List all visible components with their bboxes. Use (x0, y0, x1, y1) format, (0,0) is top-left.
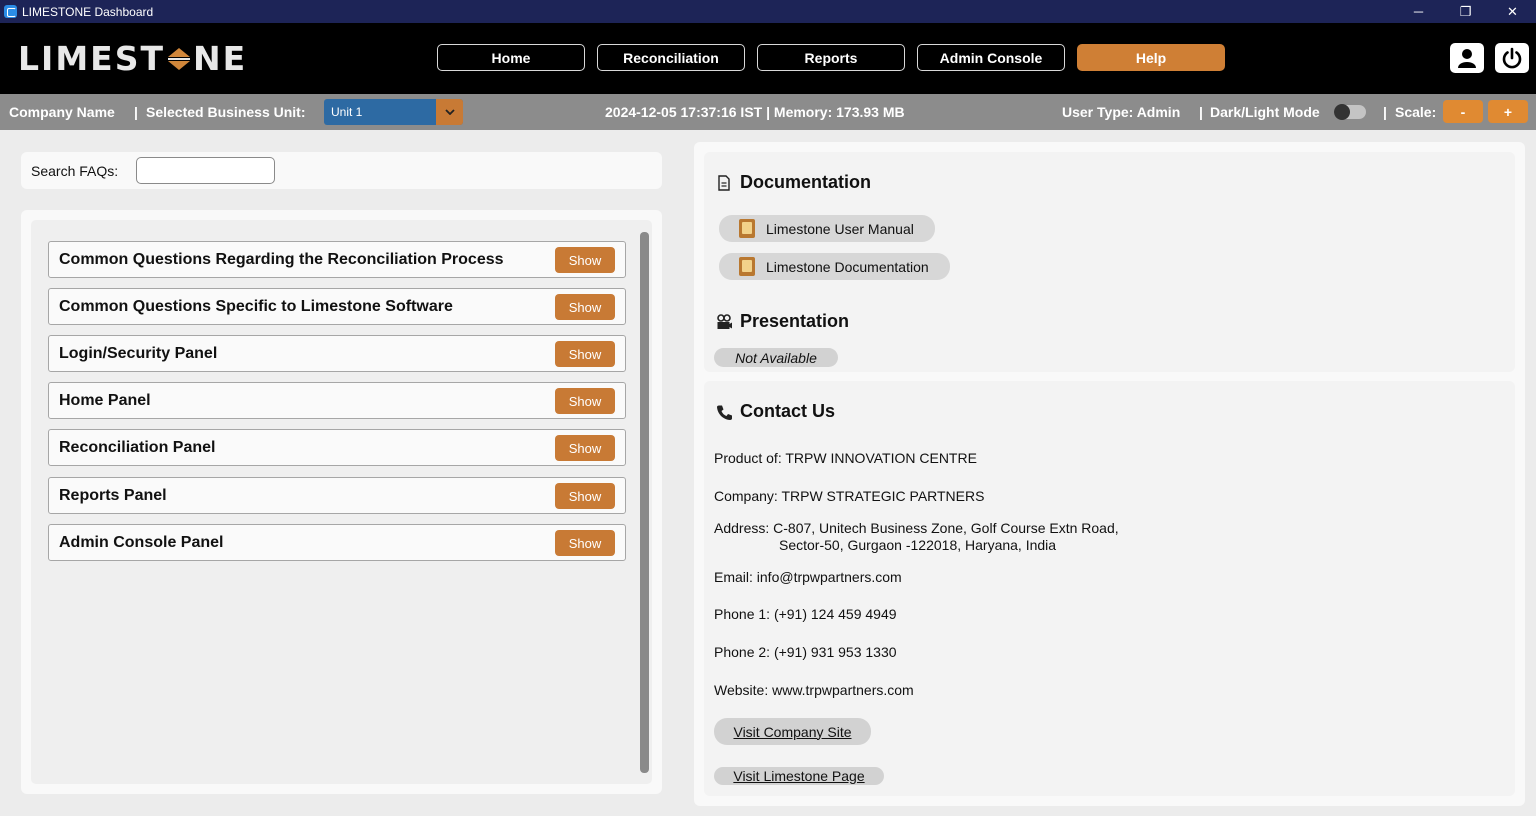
company-text: Company: TRPW STRATEGIC PARTNERS (714, 488, 985, 504)
contact-title: Contact Us (740, 401, 836, 421)
faq-item-title: Admin Console Panel (59, 534, 224, 551)
documentation-link-label: Limestone Documentation (766, 258, 929, 275)
app-icon (4, 5, 17, 18)
phone-icon (716, 404, 733, 426)
phone-1-text: Phone 1: (+91) 124 459 4949 (714, 606, 897, 622)
separator: | (1199, 104, 1203, 120)
email-text: Email: info@trpwpartners.com (714, 569, 902, 585)
faq-item-title: Reports Panel (59, 487, 167, 504)
documentation-title: Documentation (740, 172, 872, 192)
documentation-link[interactable]: Limestone Documentation (719, 253, 950, 280)
main-nav: Home Reconciliation Reports Admin Consol… (437, 44, 1225, 71)
book-icon (739, 219, 755, 238)
window-title: LIMESTONE Dashboard (22, 4, 154, 19)
show-button[interactable]: Show (555, 247, 615, 273)
mode-label: Dark/Light Mode (1210, 104, 1320, 120)
limestone-logo: LI M EST NE (18, 39, 248, 78)
show-button[interactable]: Show (555, 294, 615, 320)
document-icon (717, 175, 731, 196)
nav-home-button[interactable]: Home (437, 44, 585, 71)
app-header: LI M EST NE Home Reconciliation Reports Ad… (0, 23, 1536, 94)
nav-help-button[interactable]: Help (1077, 44, 1225, 71)
faq-item: Reports Panel Show (48, 477, 626, 514)
window-controls: ─ ❐ ✕ (1395, 0, 1536, 23)
faq-item-title: Reconciliation Panel (59, 439, 216, 456)
user-type-label: User Type: Admin (1062, 104, 1181, 120)
book-icon (739, 257, 755, 276)
close-icon[interactable]: ✕ (1489, 0, 1536, 23)
presentation-title: Presentation (740, 311, 850, 331)
scale-increase-button[interactable]: + (1488, 100, 1528, 123)
product-of-text: Product of: TRPW INNOVATION CENTRE (714, 450, 977, 466)
faq-item: Common Questions Regarding the Reconcili… (48, 241, 626, 278)
nav-reports-button[interactable]: Reports (757, 44, 905, 71)
search-faqs-label: Search FAQs: (31, 163, 119, 179)
window-titlebar: LIMESTONE Dashboard ─ ❐ ✕ (0, 0, 1536, 23)
faq-panel: Common Questions Regarding the Reconcili… (21, 210, 662, 794)
show-button[interactable]: Show (555, 483, 615, 509)
logo-mark-icon (166, 45, 192, 73)
scale-decrease-button[interactable]: - (1443, 100, 1483, 123)
faq-item: Common Questions Specific to Limestone S… (48, 288, 626, 325)
address-line-1: Address: C-807, Unitech Business Zone, G… (714, 520, 1119, 536)
faq-item: Login/Security Panel Show (48, 335, 626, 372)
minimize-icon[interactable]: ─ (1395, 0, 1442, 23)
status-bar: Company Name | Selected Business Unit: U… (0, 94, 1536, 130)
website-text: Website: www.trpwpartners.com (714, 682, 914, 698)
visit-company-site-link[interactable]: Visit Company Site (714, 718, 871, 745)
company-name-label: Company Name (9, 104, 115, 120)
faq-item-title: Home Panel (59, 392, 151, 409)
faq-item-title: Common Questions Specific to Limestone S… (59, 298, 453, 315)
faq-item: Home Panel Show (48, 382, 626, 419)
show-button[interactable]: Show (555, 341, 615, 367)
faq-item: Admin Console Panel Show (48, 524, 626, 561)
business-unit-value: Unit 1 (331, 105, 363, 119)
separator: | (1383, 104, 1387, 120)
business-unit-label: Selected Business Unit: (146, 104, 306, 120)
toggle-knob (1334, 104, 1350, 120)
presentation-status-badge: Not Available (714, 348, 838, 367)
power-icon[interactable] (1495, 43, 1529, 73)
faq-item-title: Common Questions Regarding the Reconcili… (59, 251, 504, 268)
visit-limestone-page-link[interactable]: Visit Limestone Page (714, 767, 884, 785)
chevron-down-icon[interactable] (436, 99, 463, 125)
faq-list: Common Questions Regarding the Reconcili… (31, 220, 652, 784)
phone-2-text: Phone 2: (+91) 931 953 1330 (714, 644, 897, 660)
faq-scrollbar[interactable] (640, 232, 649, 773)
faq-search-card: Search FAQs: (21, 152, 662, 189)
show-button[interactable]: Show (555, 435, 615, 461)
user-manual-link[interactable]: Limestone User Manual (719, 215, 935, 242)
show-button[interactable]: Show (555, 388, 615, 414)
nav-admin-console-button[interactable]: Admin Console (917, 44, 1065, 71)
user-profile-icon[interactable] (1450, 43, 1484, 73)
datetime-memory-readout: 2024-12-05 17:37:16 IST | Memory: 173.93… (605, 104, 905, 120)
faq-item: Reconciliation Panel Show (48, 429, 626, 466)
address-line-2: Sector-50, Gurgaon -122018, Haryana, Ind… (779, 537, 1057, 553)
separator: | (134, 104, 138, 120)
dark-light-mode-toggle[interactable] (1334, 104, 1366, 120)
business-unit-select[interactable]: Unit 1 (324, 99, 463, 125)
restore-icon[interactable]: ❐ (1442, 0, 1489, 23)
nav-reconciliation-button[interactable]: Reconciliation (597, 44, 745, 71)
scale-label: Scale: (1395, 104, 1437, 120)
user-manual-label: Limestone User Manual (766, 220, 914, 237)
projector-icon (716, 314, 733, 335)
show-button[interactable]: Show (555, 530, 615, 556)
faq-item-title: Login/Security Panel (59, 345, 218, 362)
search-faqs-input[interactable] (136, 157, 275, 184)
